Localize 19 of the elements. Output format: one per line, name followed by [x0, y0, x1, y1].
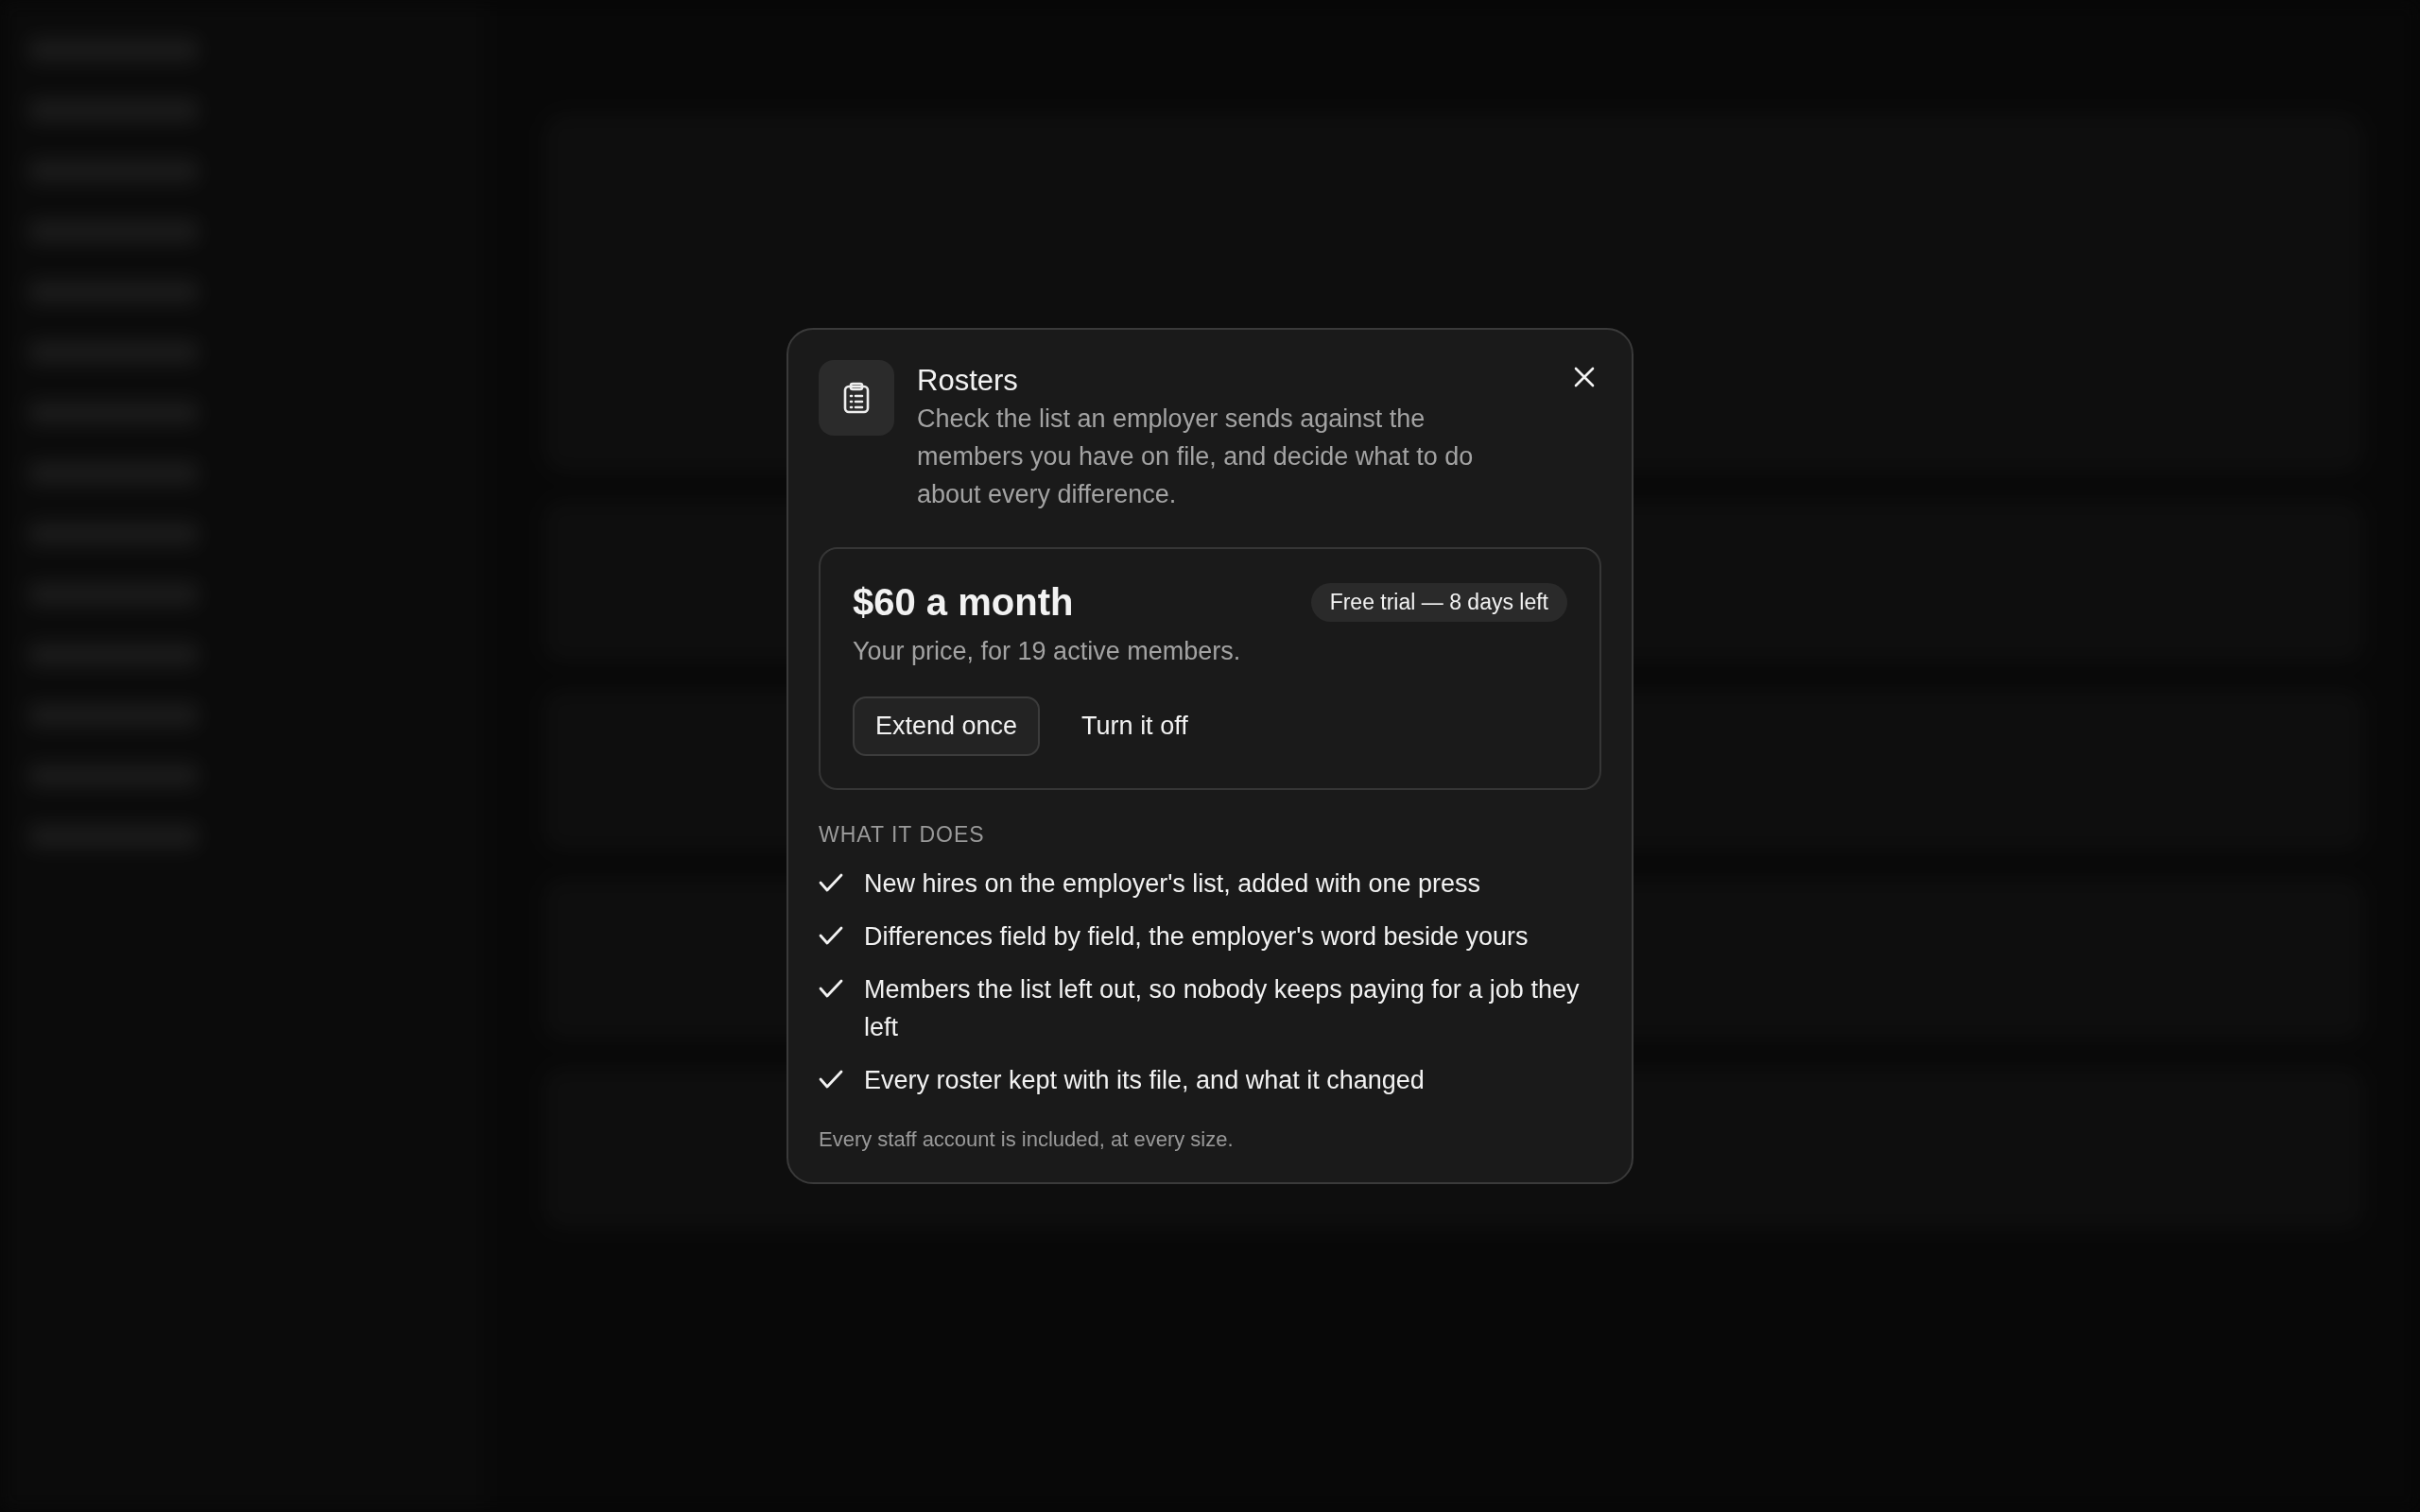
check-icon [819, 872, 843, 893]
feature-text: Members the list left out, so nobody keeps paying for a job they left [864, 974, 1581, 1043]
price-note: Your price, for 19 active members. [853, 637, 1242, 666]
feature-text: Every roster kept with its file, and what it changed [864, 1065, 1425, 1096]
price: $60 a month [853, 581, 1074, 624]
feature-text: New hires on the employer's list, added with one press [864, 868, 1480, 900]
feature-text: Differences field by field, the employer's word beside yours [864, 921, 1529, 953]
trial-badge: Free trial — 8 days left [1310, 583, 1567, 622]
close-icon [1573, 366, 1596, 388]
check-icon [819, 925, 843, 946]
dialog-title: Rosters [917, 363, 1018, 399]
check-icon [819, 1069, 843, 1090]
footnote: Every staff account is included, at every size. [819, 1127, 1235, 1152]
section-heading: WHAT IT DOES [819, 822, 986, 848]
clipboard-icon [819, 360, 894, 436]
text-button[interactable]: Turn it off [1059, 696, 1211, 756]
extend-button[interactable]: Extend once [853, 696, 1041, 756]
dialog-description: Check the list an employer sends against the members you have on file, and decide what to do about every difference. [917, 404, 1475, 510]
check-icon [819, 978, 843, 999]
